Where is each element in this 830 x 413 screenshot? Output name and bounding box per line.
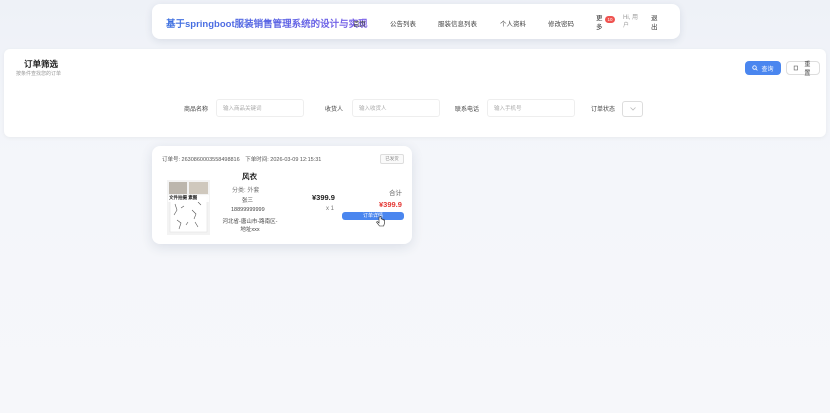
notification-badge: 10: [605, 16, 615, 23]
receiver-name: 张三: [242, 198, 254, 204]
filter-title: 订单筛选: [24, 59, 59, 69]
status-badge: 已发货: [380, 154, 404, 164]
reset-button[interactable]: 重置: [786, 61, 820, 77]
order-filter-panel: 订单筛选 按条件查找您的订单 查询 重置 商品名称 输入商品关键词 收货人 输入…: [4, 49, 826, 137]
order-time: 下单时间: 2026-03-09 12:15:31: [245, 157, 322, 163]
nav-announcements[interactable]: 公告列表: [390, 18, 416, 28]
product-name-input[interactable]: 输入商品关键词: [216, 99, 304, 117]
product-name-label: 商品名称: [184, 107, 209, 113]
reset-label: 重置: [804, 62, 811, 77]
logout-link[interactable]: 退出: [651, 14, 661, 32]
search-icon: [752, 65, 759, 71]
total-label: 合计: [389, 190, 402, 197]
nav-clothing-list[interactable]: 服装信息列表: [438, 18, 477, 28]
product-name: 风衣: [242, 172, 257, 181]
receiver-input[interactable]: 输入收货人: [352, 99, 440, 117]
receiver-phone: 18899999999: [231, 207, 265, 213]
nav-change-password[interactable]: 修改密码: [548, 18, 574, 28]
receiver-label: 收货人: [325, 107, 344, 113]
filter-subtitle: 按条件查找您的订单: [16, 71, 62, 77]
order-detail-button[interactable]: 订单详情: [342, 212, 404, 220]
order-card: 订单号: 2630860003558498816 下单时间: 2026-03-0…: [152, 146, 412, 244]
quantity: x 1: [326, 206, 335, 212]
query-label: 查询: [761, 66, 774, 73]
receiver-address: 河北省-唐山市-路南区-地址xxx: [222, 219, 278, 233]
chevron-down-icon: [629, 107, 636, 111]
phone-input[interactable]: 输入手机号: [487, 99, 575, 117]
order-status-label: 订单状态: [591, 107, 616, 113]
order-number: 订单号: 2630860003558498816: [162, 157, 240, 163]
hand-cursor-icon: [376, 216, 385, 227]
order-status-select[interactable]: [622, 101, 643, 117]
nav-home[interactable]: 首页: [353, 18, 366, 28]
site-title[interactable]: 基于springboot服装销售管理系统的设计与实现: [166, 16, 368, 30]
product-category: 分类: 外套: [232, 188, 260, 194]
product-image[interactable]: 文件拍摄 素图: [167, 180, 210, 235]
user-greeting[interactable]: Hi, 用户: [623, 14, 639, 30]
top-navbar: 基于springboot服装销售管理系统的设计与实现 首页 公告列表 服装信息列…: [152, 4, 680, 39]
more-menu[interactable]: 更多: [596, 14, 606, 32]
nav-profile[interactable]: 个人资料: [500, 18, 526, 28]
query-button[interactable]: 查询: [745, 61, 781, 75]
unit-price: ¥399.9: [312, 193, 335, 202]
total-price: ¥399.9: [379, 200, 402, 209]
order-header: 订单号: 2630860003558498816 下单时间: 2026-03-0…: [162, 155, 321, 163]
reset-icon: [793, 65, 798, 71]
phone-label: 联系电话: [455, 107, 480, 113]
image-caption: 文件拍摄 素图: [169, 195, 198, 200]
